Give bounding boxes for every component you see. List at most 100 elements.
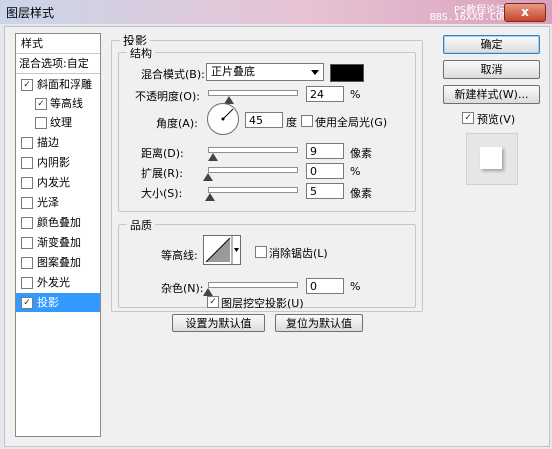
style-item-label: 纹理 [50, 116, 72, 129]
quality-legend: 品质 [127, 217, 155, 233]
blend-options-label: 混合选项:自定 [19, 57, 89, 70]
style-item-label: 内阴影 [37, 156, 70, 169]
size-slider-track[interactable] [208, 187, 298, 193]
outer-glow-checkbox[interactable] [21, 277, 33, 289]
angle-indicator-icon [221, 108, 234, 121]
style-item-inner-glow[interactable]: 内发光 [16, 173, 100, 192]
drop-shadow-checkbox[interactable]: ✓ [21, 297, 33, 309]
opacity-unit: % [350, 88, 361, 101]
bevel-emboss-checkbox[interactable]: ✓ [21, 79, 33, 91]
spread-slider-thumb[interactable] [203, 173, 213, 181]
spread-input[interactable]: 0 [306, 163, 344, 179]
contour-picker[interactable] [203, 235, 241, 265]
style-item-bevel-emboss[interactable]: ✓ 斜面和浮雕 [16, 75, 100, 94]
style-item-label: 渐变叠加 [37, 236, 81, 249]
style-item-label: 内发光 [37, 176, 70, 189]
gradient-overlay-checkbox[interactable] [21, 237, 33, 249]
distance-input[interactable]: 9 [306, 143, 344, 159]
texture-checkbox[interactable] [35, 117, 47, 129]
color-overlay-checkbox[interactable] [21, 217, 33, 229]
reset-default-button[interactable]: 复位为默认值 [275, 314, 363, 332]
inner-shadow-checkbox[interactable] [21, 157, 33, 169]
style-item-label: 外发光 [37, 276, 70, 289]
noise-slider-thumb[interactable] [203, 288, 213, 296]
blend-mode-value: 正片叠底 [211, 65, 255, 78]
style-item-label: 投影 [37, 296, 59, 309]
blend-mode-select[interactable]: 正片叠底 [206, 63, 324, 81]
size-input[interactable]: 5 [306, 183, 344, 199]
ok-button[interactable]: 确定 [443, 35, 540, 54]
knockout-label: 图层挖空投影(U) [221, 297, 304, 310]
angle-input[interactable]: 45 [245, 112, 283, 128]
style-item-label: 描边 [37, 136, 59, 149]
make-default-button[interactable]: 设置为默认值 [172, 314, 265, 332]
style-item-satin[interactable]: 光泽 [16, 193, 100, 212]
new-style-button[interactable]: 新建样式(W)... [443, 85, 540, 104]
noise-input[interactable]: 0 [306, 278, 344, 294]
size-unit: 像素 [350, 187, 372, 200]
style-item-label: 颜色叠加 [37, 216, 81, 229]
preview-label: 预览(V) [477, 113, 516, 126]
distance-unit: 像素 [350, 147, 372, 160]
style-item-inner-shadow[interactable]: 内阴影 [16, 153, 100, 172]
close-icon: x [521, 5, 529, 19]
pattern-overlay-checkbox[interactable] [21, 257, 33, 269]
style-item-gradient-overlay[interactable]: 渐变叠加 [16, 233, 100, 252]
window-title: 图层样式 [6, 6, 55, 20]
preview-swatch [480, 147, 502, 169]
style-item-contour[interactable]: ✓ 等高线 [16, 94, 100, 113]
style-item-label: 图案叠加 [37, 256, 81, 269]
antialias-label: 消除锯齿(L) [269, 247, 328, 260]
style-item-texture[interactable]: 纹理 [16, 113, 100, 132]
structure-legend: 结构 [127, 45, 155, 61]
close-button[interactable]: x [504, 3, 546, 22]
opacity-input[interactable]: 24 [306, 86, 344, 102]
style-item-label: 斜面和浮雕 [37, 78, 92, 91]
spread-unit: % [350, 165, 361, 178]
style-item-drop-shadow[interactable]: ✓ 投影 [16, 293, 100, 312]
contour-checkbox[interactable]: ✓ [35, 98, 47, 110]
angle-label: 角度(A): [156, 117, 198, 130]
noise-slider-track[interactable] [208, 282, 298, 288]
global-light-label: 使用全局光(G) [315, 116, 388, 129]
cancel-button[interactable]: 取消 [443, 60, 540, 79]
size-slider-thumb[interactable] [205, 193, 215, 201]
noise-label: 杂色(N): [161, 282, 204, 295]
style-item-outer-glow[interactable]: 外发光 [16, 273, 100, 292]
distance-slider-track[interactable] [208, 147, 298, 153]
distance-label: 距离(D): [141, 147, 184, 160]
chevron-down-icon [311, 70, 319, 75]
style-item-color-overlay[interactable]: 颜色叠加 [16, 213, 100, 232]
spread-slider-track[interactable] [208, 167, 298, 173]
style-item-pattern-overlay[interactable]: 图案叠加 [16, 253, 100, 272]
opacity-label: 不透明度(O): [135, 90, 200, 103]
shadow-color-swatch[interactable] [330, 64, 364, 82]
angle-dial[interactable] [207, 103, 239, 135]
antialias-checkbox[interactable] [255, 246, 267, 258]
stroke-checkbox[interactable] [21, 137, 33, 149]
layer-style-dialog: 图层样式 PS教程论坛 BBS.16XX8.COM x 样式 混合选项:自定 ✓… [0, 0, 552, 449]
style-item-label: 光泽 [37, 196, 59, 209]
inner-glow-checkbox[interactable] [21, 177, 33, 189]
size-label: 大小(S): [141, 187, 183, 200]
structure-group: 结构 混合模式(B): 正片叠底 不透明度(O): 24 % 角度(A): 45… [118, 45, 416, 212]
distance-slider-thumb[interactable] [208, 153, 218, 161]
global-light-checkbox[interactable] [301, 115, 313, 127]
blend-options-item[interactable]: 混合选项:自定 [16, 54, 100, 74]
watermark-line-2: BBS.16XX8.COM [429, 12, 508, 23]
style-item-stroke[interactable]: 描边 [16, 133, 100, 152]
contour-label: 等高线: [161, 249, 198, 262]
preview-checkbox[interactable]: ✓ [462, 112, 474, 124]
title-bar[interactable]: 图层样式 PS教程论坛 BBS.16XX8.COM x [0, 0, 552, 24]
noise-unit: % [350, 280, 361, 293]
style-list: 样式 混合选项:自定 ✓ 斜面和浮雕 ✓ 等高线 纹理 描边 内阴影 内发光 光… [15, 33, 101, 437]
opacity-slider-track[interactable] [208, 90, 298, 96]
angle-unit: 度 [286, 116, 297, 129]
style-list-header[interactable]: 样式 [16, 34, 100, 54]
contour-curve-icon [205, 236, 239, 264]
dialog-body: 样式 混合选项:自定 ✓ 斜面和浮雕 ✓ 等高线 纹理 描边 内阴影 内发光 光… [4, 26, 550, 447]
style-preview-thumbnail [466, 133, 518, 185]
satin-checkbox[interactable] [21, 197, 33, 209]
knockout-checkbox[interactable]: ✓ [207, 296, 219, 308]
style-list-header-label: 样式 [21, 37, 43, 50]
